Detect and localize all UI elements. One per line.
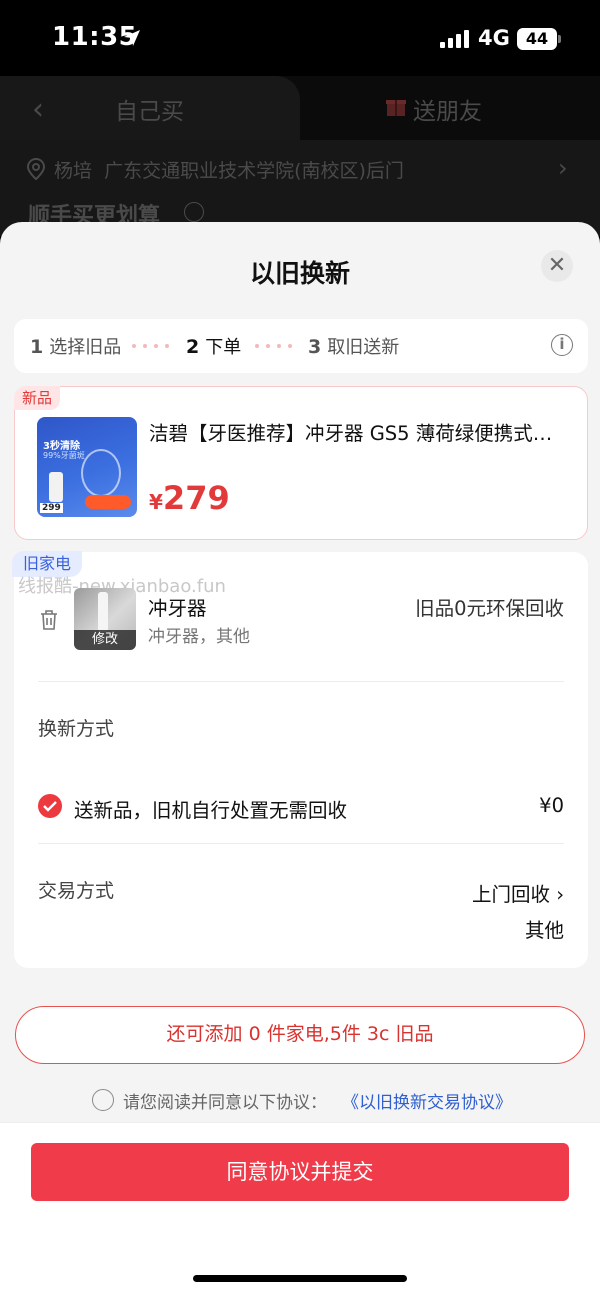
chevron-right-icon: ›	[558, 154, 568, 182]
sheet-title: 以旧换新	[249, 259, 350, 288]
step-dots	[255, 344, 292, 348]
battery-tip	[558, 35, 561, 43]
trade-method-value[interactable]: 上门回收 ›	[472, 878, 564, 907]
address-text: 广东交通职业技术学院(南校区)后门	[104, 160, 404, 182]
add-more-button[interactable]: 还可添加 0 件家电,5件 3c 旧品	[15, 1006, 585, 1064]
back-icon: ‹	[32, 92, 44, 127]
home-indicator[interactable]	[193, 1275, 407, 1282]
info-icon	[184, 202, 204, 222]
trade-method-label: 交易方式	[38, 880, 115, 902]
product-title: 洁碧【牙医推荐】冲牙器 GS5 薄荷绿便携式水牙线洗牙器 洁牙	[149, 422, 569, 445]
checkbox-checked-icon[interactable]	[38, 794, 62, 818]
background-page: ‹ 自己买 送朋友 杨培 广东交通职业技术学院(南校区)后门 › 顺手买更划算	[0, 76, 600, 236]
gift-icon	[386, 100, 406, 116]
agreement-text: 请您阅读并同意以下协议：	[123, 1093, 327, 1113]
network-type: 4G	[478, 26, 510, 50]
battery-icon: 44	[517, 28, 557, 50]
info-icon[interactable]: i	[551, 334, 573, 356]
close-button[interactable]: ✕	[541, 250, 573, 282]
tab-self-buy: 自己买	[115, 99, 184, 125]
home-indicator-area	[0, 1246, 600, 1298]
trade-in-sheet: 以旧换新 ✕ 1 选择旧品 2 下单 3 取旧送新 i 新品 3秒清除 99%牙菌斑 …	[0, 222, 600, 1246]
agreement-link[interactable]: 《以旧换新交易协议》	[342, 1088, 512, 1113]
new-product-tag: 新品	[14, 386, 60, 410]
footer: 同意协议并提交	[0, 1122, 600, 1246]
trade-method-sub: 其他	[524, 919, 564, 942]
step-1: 1 选择旧品	[30, 336, 122, 358]
step-indicator: 1 选择旧品 2 下单 3 取旧送新 i	[14, 319, 588, 373]
old-item-category: 冲牙器，其他	[148, 627, 250, 647]
trash-icon[interactable]	[38, 608, 60, 632]
background-tabs: ‹ 自己买 送朋友	[0, 76, 600, 140]
product-price: ¥279	[149, 479, 230, 517]
address-line: 杨培 广东交通职业技术学院(南校区)后门	[54, 156, 404, 183]
status-bar: 11:35 4G 44	[0, 0, 600, 76]
old-item-image[interactable]: 修改	[74, 588, 136, 650]
edit-button[interactable]: 修改	[74, 630, 136, 650]
step-dots	[132, 344, 169, 348]
step-2: 2 下单	[186, 336, 242, 358]
location-pin-icon	[26, 158, 46, 180]
agreement-checkbox[interactable]	[92, 1089, 114, 1111]
submit-button[interactable]: 同意协议并提交	[31, 1143, 569, 1201]
divider	[38, 681, 564, 682]
exchange-option-price: ¥0	[539, 794, 564, 817]
recycle-price: 旧品0元环保回收	[415, 597, 564, 620]
location-arrow-icon	[124, 30, 140, 46]
new-product-card[interactable]: 新品 3秒清除 99%牙菌斑 299 洁碧【牙医推荐】冲牙器 GS5 薄荷绿便携…	[14, 386, 588, 540]
address-name: 杨培	[54, 160, 93, 182]
old-appliance-card: 旧家电 线报酷-new.xianbao.fun 修改 冲牙器 冲牙器，其他 旧品…	[12, 551, 588, 968]
old-item-name: 冲牙器	[148, 597, 207, 620]
product-image: 3秒清除 99%牙菌斑 299	[37, 417, 137, 517]
exchange-method-label: 换新方式	[38, 718, 115, 740]
close-icon: ✕	[547, 253, 567, 278]
step-3: 3 取旧送新	[308, 336, 400, 358]
tab-gift-friend: 送朋友	[413, 99, 482, 125]
cellular-signal-icon	[440, 30, 469, 48]
divider	[38, 843, 564, 844]
exchange-option[interactable]: 送新品，旧机自行处置无需回收	[74, 794, 347, 823]
